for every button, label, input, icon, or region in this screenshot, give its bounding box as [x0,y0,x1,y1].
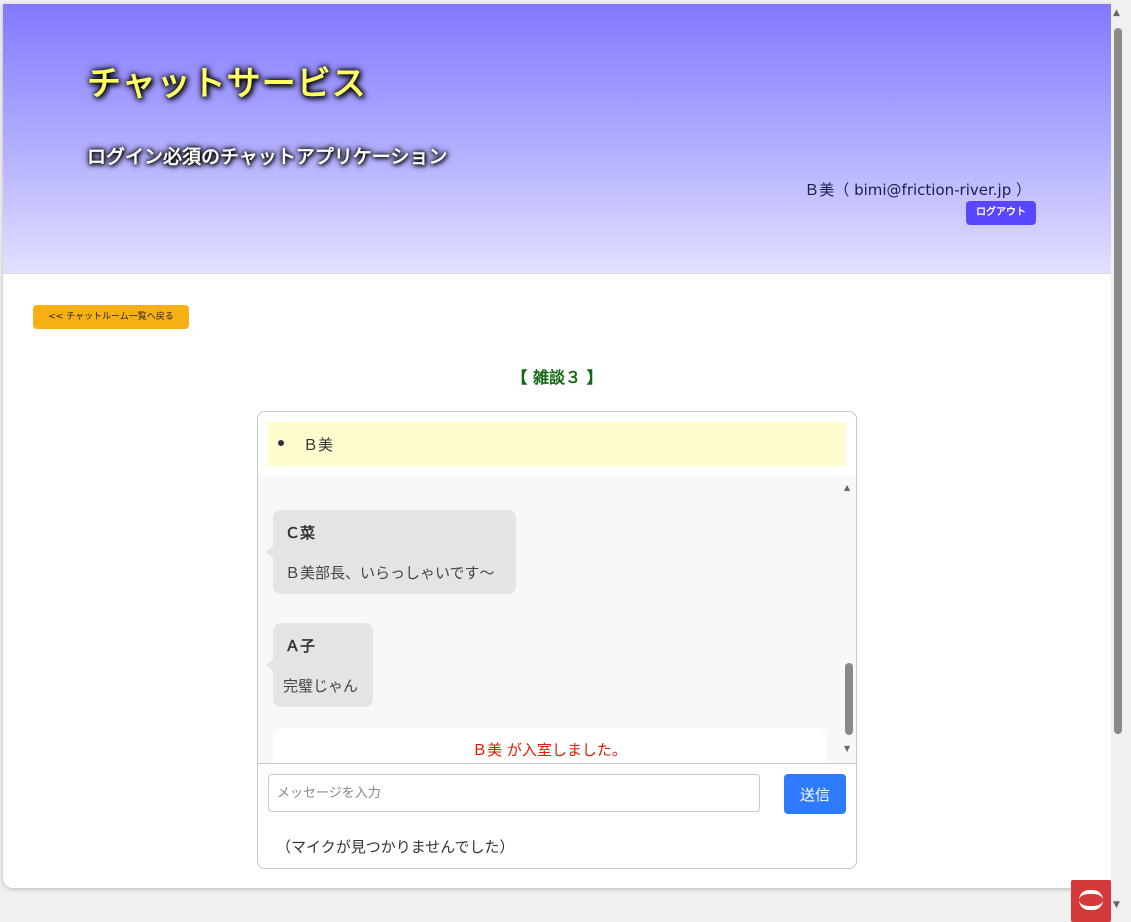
app-subtitle: ログイン必須のチャットアプリケーション [87,146,448,168]
mic-status: （マイクが見つかりませんでした） [276,838,515,856]
system-message: Ｂ美 が入室しました。 [273,728,826,763]
bullet-icon [278,440,284,446]
input-area: 送信 （マイクが見つかりませんでした） [258,763,856,868]
message-input[interactable] [268,774,760,812]
back-to-room-list-button[interactable]: << チャットルーム一覧へ戻る [33,305,189,329]
extension-logo-icon[interactable] [1071,880,1111,922]
room-title: 【 雑談３ 】 [511,368,603,387]
triangle-up-icon[interactable]: ▲ [1113,8,1120,18]
app-title: チャットサービス [87,64,367,104]
triangle-up-icon[interactable]: ▲ [844,483,850,492]
message-bubble: Ｃ菜 Ｂ美部長、いらっしゃいです〜 [266,510,516,594]
chat-box: Ｂ美 Ｃ菜 Ｂ美部長、いらっしゃいです〜 Ａ子 完璧じゃん Ｂ美 が入室しました… [257,411,857,869]
triangle-down-icon[interactable]: ▼ [1113,900,1120,910]
logo-mark [1079,890,1103,910]
message-scrollbar-thumb[interactable] [845,663,853,735]
header: チャットサービス ログイン必須のチャットアプリケーション Ｂ美（ bimi@fr… [3,4,1111,274]
message-sender: Ａ子 [285,637,316,655]
member-name: Ｂ美 [303,436,334,454]
message-list[interactable]: Ｃ菜 Ｂ美部長、いらっしゃいです〜 Ａ子 完璧じゃん Ｂ美 が入室しました。 ▲… [258,476,856,763]
logout-button[interactable]: ログアウト [966,201,1036,225]
message-text: Ｂ美部長、いらっしゃいです〜 [285,564,495,582]
member-list: Ｂ美 [268,422,846,466]
send-button[interactable]: 送信 [784,774,846,814]
message-bubble: Ａ子 完璧じゃん [266,623,373,707]
user-info: Ｂ美（ bimi@friction-river.jp ） [804,181,1031,199]
page: チャットサービス ログイン必須のチャットアプリケーション Ｂ美（ bimi@fr… [3,4,1111,888]
message-sender: Ｃ菜 [285,524,316,542]
message-text: 完璧じゃん [283,677,359,695]
triangle-down-icon[interactable]: ▼ [844,744,850,753]
window-scrollbar[interactable]: ▲ ▼ [1111,4,1131,916]
window-scrollbar-thumb[interactable] [1114,28,1122,734]
